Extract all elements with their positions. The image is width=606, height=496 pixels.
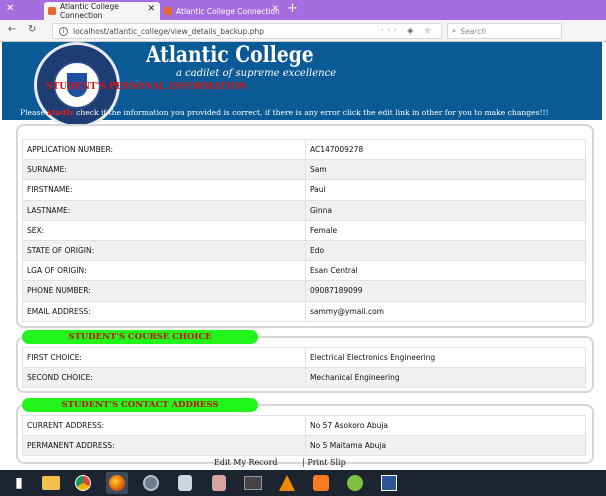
close-tab-icon[interactable]: ✕ — [271, 4, 279, 14]
course-choice-table: FIRST CHOICE: Electrical Electronics Engi… — [22, 346, 586, 389]
favicon-icon — [164, 7, 172, 15]
firefox-icon[interactable] — [106, 472, 128, 494]
table-row: LASTNAME: Ginna — [22, 199, 586, 221]
table-row: SEX: Female — [22, 219, 586, 241]
field-label: SEX: — [22, 219, 306, 241]
word-icon[interactable] — [378, 472, 400, 494]
close-tab-icon[interactable]: ✕ — [147, 4, 155, 14]
table-row: PERMANENT ADDRESS: No 5 Maitama Abuja — [22, 435, 586, 457]
reload-icon[interactable]: ↻ — [28, 24, 36, 35]
table-row: LGA OF ORIGIN: Esan Central — [22, 260, 586, 282]
table-row: CURRENT ADDRESS: No 57 Asokoro Abuja — [22, 414, 586, 437]
personal-info-table: APPLICATION NUMBER: AC147009278 SURNAME: S… — [22, 138, 586, 322]
notice-suffix: check if the information you provided is… — [73, 108, 549, 117]
field-value: Mechanical Engineering — [305, 367, 586, 389]
file-explorer-icon[interactable] — [42, 476, 60, 490]
field-value: 09087189099 — [305, 280, 586, 302]
notice-text: Please kindly check if the information y… — [20, 108, 549, 117]
terminal-icon[interactable] — [242, 472, 264, 494]
favicon-icon — [48, 7, 56, 15]
notice-prefix: Please — [20, 108, 48, 117]
page-actions-icon[interactable]: ··· ◈ ☆ — [381, 26, 435, 35]
field-value: sammy@ymail.com — [305, 300, 586, 322]
college-tagline: a cadilet of supreme excellence — [176, 68, 337, 79]
table-row: EMAIL ADDRESS: sammy@ymail.com — [22, 300, 586, 322]
field-value: AC147009278 — [305, 138, 586, 161]
field-value: Ginna — [305, 199, 586, 221]
print-slip-link[interactable]: | Print Slip — [302, 458, 346, 467]
address-bar[interactable]: i localhost/atlantic_college/view_detail… — [52, 23, 442, 39]
new-tab-button[interactable]: + — [287, 1, 298, 16]
field-label: EMAIL ADDRESS: — [22, 300, 306, 322]
course-choice-heading: STUDENT'S COURSE CHOICE — [22, 330, 258, 344]
field-label: SURNAME: — [22, 159, 306, 181]
contact-address-heading: STUDENT'S CONTACT ADDRESS — [22, 398, 258, 412]
table-row: SECOND CHOICE: Mechanical Engineering — [22, 367, 586, 389]
field-label: PERMANENT ADDRESS: — [22, 435, 306, 457]
url-text: localhost/atlantic_college/view_details_… — [73, 26, 264, 36]
field-value: Electrical Electronics Engineering — [305, 346, 586, 369]
personal-info-heading: STUDENT'S PERSONAL INFORMATION — [46, 82, 247, 92]
settings-icon[interactable] — [140, 472, 162, 494]
college-title: Atlantic College — [146, 42, 314, 68]
table-row: FIRST CHOICE: Electrical Electronics Engi… — [22, 346, 586, 369]
vlc-icon[interactable] — [276, 472, 298, 494]
taskbar: ▮ — [0, 470, 606, 496]
field-label: PHONE NUMBER: — [22, 280, 306, 302]
field-label: CURRENT ADDRESS: — [22, 414, 306, 437]
xampp-icon[interactable] — [310, 472, 332, 494]
search-input[interactable]: ⌕ Search — [447, 23, 562, 39]
start-icon[interactable]: ▮ — [8, 472, 30, 494]
tab-label: Atlantic College Connection — [60, 2, 119, 20]
footer-links: Edit My Record | Print Slip — [214, 458, 346, 467]
field-value: No 5 Maitama Abuja — [305, 435, 586, 457]
tab-label: Atlantic College Connection — [176, 6, 280, 16]
field-value: Female — [305, 219, 586, 241]
field-label: FIRST CHOICE: — [22, 346, 306, 369]
table-row: SURNAME: Sam — [22, 159, 586, 181]
tab-atlantic-college[interactable]: Atlantic College Connection ✕ — [160, 2, 284, 20]
table-row: STATE OF ORIGIN: Edo — [22, 239, 586, 262]
field-value: Edo — [305, 239, 586, 262]
sidebar-toggle-icon[interactable]: ✕ — [6, 3, 14, 14]
tab-atlantic-college-active[interactable]: Atlantic College Connection ✕ — [44, 2, 160, 20]
contact-address-table: CURRENT ADDRESS: No 57 Asokoro Abuja PERM… — [22, 414, 586, 457]
search-icon: ⌕ — [452, 26, 457, 35]
table-row: APPLICATION NUMBER: AC147009278 — [22, 138, 586, 161]
site-header: Atlantic College a cadilet of supreme ex… — [2, 42, 602, 128]
field-label: FIRSTNAME: — [22, 179, 306, 201]
navigation-bar: ← ↻ i localhost/atlantic_college/view_de… — [0, 20, 606, 42]
field-label: SECOND CHOICE: — [22, 367, 306, 389]
database2-icon[interactable] — [208, 472, 230, 494]
edit-record-link[interactable]: Edit My Record — [214, 458, 278, 467]
browser-tab-bar: ✕ Atlantic College Connection ✕ Atlantic… — [0, 0, 606, 20]
field-value: No 57 Asokoro Abuja — [305, 414, 586, 437]
search-placeholder: Search — [460, 26, 487, 36]
table-row: FIRSTNAME: Paul — [22, 179, 586, 201]
dreamweaver-icon[interactable] — [344, 472, 366, 494]
field-label: APPLICATION NUMBER: — [22, 138, 306, 161]
chrome-icon[interactable] — [72, 472, 94, 494]
table-row: PHONE NUMBER: 09087189099 — [22, 280, 586, 302]
field-label: STATE OF ORIGIN: — [22, 239, 306, 262]
field-value: Paul — [305, 179, 586, 201]
back-arrow-icon[interactable]: ← — [8, 24, 16, 35]
field-value: Esan Central — [305, 260, 586, 282]
info-icon[interactable]: i — [59, 26, 68, 36]
field-label: LASTNAME: — [22, 199, 306, 221]
field-label: LGA OF ORIGIN: — [22, 260, 306, 282]
notice-highlight: kindly — [47, 108, 74, 117]
field-value: Sam — [305, 159, 586, 181]
database-icon[interactable] — [174, 472, 196, 494]
